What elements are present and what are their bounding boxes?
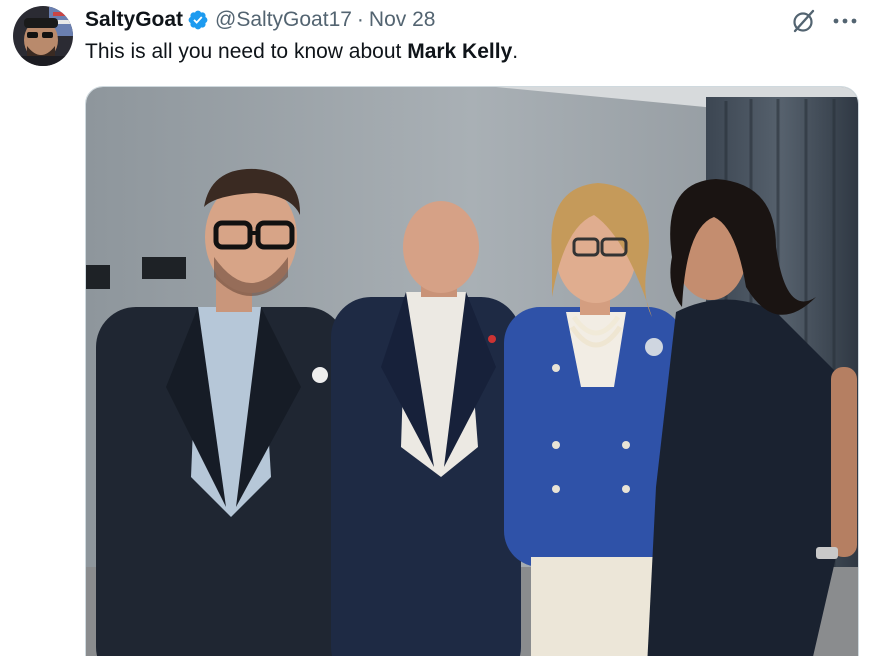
avatar-image bbox=[13, 6, 73, 66]
tweet-date[interactable]: Nov 28 bbox=[369, 8, 436, 32]
tweet-photo[interactable] bbox=[85, 86, 859, 656]
avatar[interactable] bbox=[13, 6, 73, 66]
handle[interactable]: @SaltyGoat17 bbox=[215, 8, 352, 32]
verified-badge-icon bbox=[187, 9, 209, 31]
tweet-text-prefix: This is all you need to know about bbox=[85, 40, 408, 63]
tweet-header: SaltyGoat @SaltyGoat17 · Nov 28 bbox=[85, 6, 435, 34]
photo-image bbox=[86, 87, 858, 656]
tweet-text: This is all you need to know about Mark … bbox=[85, 38, 518, 66]
tweet[interactable]: SaltyGoat @SaltyGoat17 · Nov 28 This is … bbox=[0, 0, 870, 656]
more-icon bbox=[833, 18, 857, 24]
grok-button[interactable] bbox=[789, 6, 819, 36]
tweet-text-suffix: . bbox=[512, 40, 519, 63]
tweet-text-bold: Mark Kelly bbox=[407, 40, 513, 63]
display-name[interactable]: SaltyGoat bbox=[85, 8, 183, 32]
more-button[interactable] bbox=[828, 6, 862, 36]
grok-icon bbox=[793, 9, 815, 33]
separator-dot: · bbox=[356, 8, 364, 31]
